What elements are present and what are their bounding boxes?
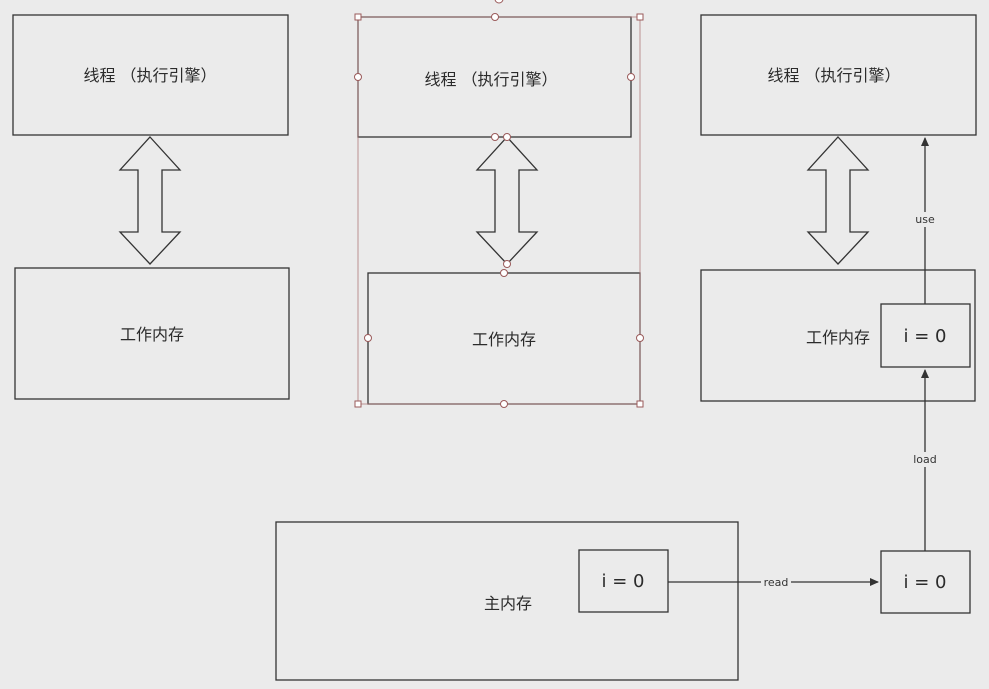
working-memory-label-1: 工作内存 <box>120 325 184 344</box>
load-edge-label: load <box>913 453 937 466</box>
read-variable-label: i = 0 <box>904 572 947 593</box>
working-memory-box-1[interactable]: 工作内存 <box>14 267 290 400</box>
handle-thread-left[interactable] <box>354 73 362 81</box>
handle-top-right[interactable] <box>636 13 644 21</box>
working-memory-label-3: 工作内存 <box>806 328 870 347</box>
read-edge[interactable]: read <box>668 575 879 589</box>
handle-rotate[interactable] <box>494 0 504 4</box>
read-edge-label: read <box>764 576 789 589</box>
handle-thread-right[interactable] <box>627 73 635 81</box>
main-memory-label: 主内存 <box>484 594 532 613</box>
double-arrow-3[interactable] <box>806 136 870 265</box>
handle-arrow-top[interactable] <box>503 133 511 141</box>
working-variable-label: i = 0 <box>904 326 947 347</box>
double-arrow-2[interactable] <box>475 136 539 265</box>
thread-box-2[interactable]: 线程 （执行引擎） <box>357 16 632 138</box>
handle-working-left[interactable] <box>364 334 372 342</box>
handle-working-right[interactable] <box>636 334 644 342</box>
working-variable-box[interactable]: i = 0 <box>880 303 971 368</box>
handle-bottom-left[interactable] <box>354 400 362 408</box>
main-variable-label: i = 0 <box>602 571 645 592</box>
main-variable-box[interactable]: i = 0 <box>578 549 669 613</box>
thread-label-2: 线程 （执行引擎） <box>424 70 557 89</box>
working-memory-box-2[interactable]: 工作内存 <box>367 272 641 405</box>
handle-working-top[interactable] <box>500 269 508 277</box>
thread-box-3[interactable]: 线程 （执行引擎） <box>700 14 977 136</box>
working-memory-label-2: 工作内存 <box>472 330 536 349</box>
handle-top-mid[interactable] <box>491 13 499 21</box>
handle-arrow-bottom[interactable] <box>503 260 511 268</box>
use-edge[interactable]: use <box>912 137 938 304</box>
double-arrow-1[interactable] <box>118 136 182 265</box>
handle-top-left[interactable] <box>354 13 362 21</box>
main-memory-box[interactable]: 主内存 <box>275 521 739 681</box>
use-edge-label: use <box>915 213 935 226</box>
handle-bottom-right[interactable] <box>636 400 644 408</box>
handle-working-bottom[interactable] <box>500 400 508 408</box>
load-edge[interactable]: load <box>910 369 940 551</box>
handle-thread-bottom-a[interactable] <box>491 133 499 141</box>
thread-label-1: 线程 （执行引擎） <box>83 66 216 85</box>
diagram-canvas: 线程 （执行引擎） 工作内存 线程 （执行引擎） 工作内存 线程 （执行引擎） … <box>12 0 977 681</box>
thread-box-1[interactable]: 线程 （执行引擎） <box>12 14 289 136</box>
thread-label-3: 线程 （执行引擎） <box>767 66 900 85</box>
read-variable-box[interactable]: i = 0 <box>880 550 971 614</box>
